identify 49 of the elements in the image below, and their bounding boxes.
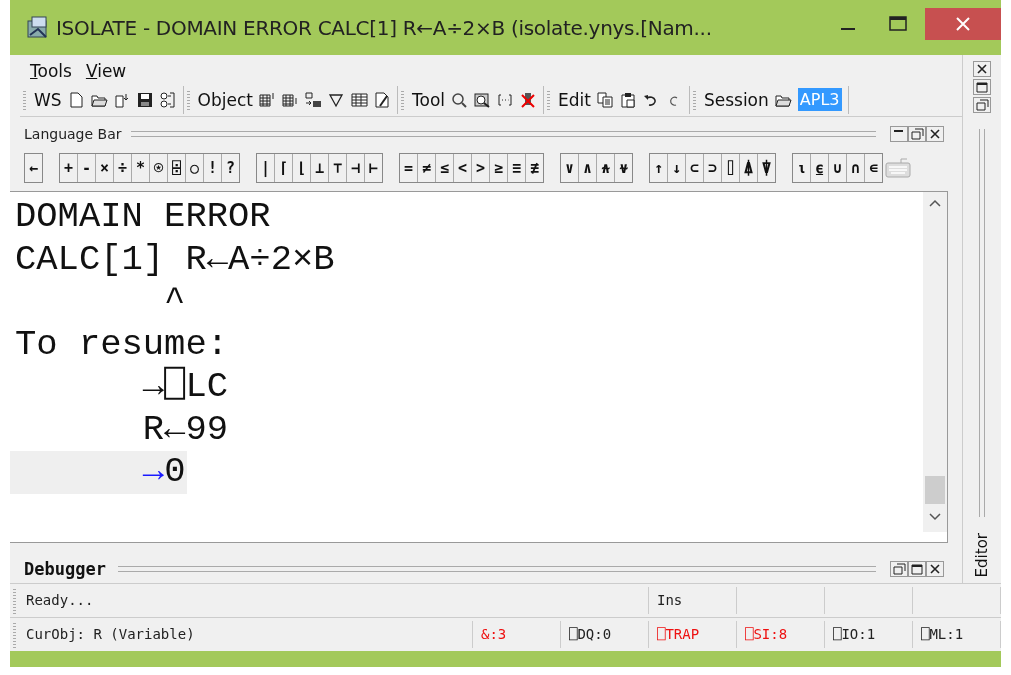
- close-icon[interactable]: [926, 126, 944, 143]
- session-pane[interactable]: DOMAIN ERROR CALC[1] R←A÷2×B ^ To resume: →⎕LC R←99 →0: [10, 191, 948, 544]
- triangle-icon[interactable]: [328, 91, 345, 108]
- session-line: →⎕LC: [141, 366, 229, 409]
- panel-title: Debugger: [24, 559, 106, 580]
- status-text: ⎕SI:8: [737, 621, 825, 648]
- status-text: CurObj: R (Variable): [18, 621, 473, 648]
- status-text: ⎕TRAP: [649, 621, 737, 648]
- status-text: Ins: [649, 587, 737, 614]
- panel-title: Language Bar: [24, 126, 122, 143]
- tree-icon[interactable]: [159, 91, 177, 108]
- session-line: R←99: [141, 408, 229, 452]
- menu-item[interactable]: Tools: [30, 61, 72, 81]
- session-line: CALC[1] R←A÷2×B: [14, 238, 335, 282]
- paste-icon[interactable]: [619, 91, 637, 108]
- scrollbar[interactable]: [923, 192, 947, 533]
- session-line: To resume:: [14, 323, 229, 366]
- copy-icon[interactable]: [596, 91, 614, 108]
- maximize-icon[interactable]: [908, 561, 926, 578]
- session-line: DOMAIN ERROR: [14, 196, 271, 239]
- crossed-out-icon[interactable]: [520, 91, 537, 108]
- copy-page-icon[interactable]: [113, 91, 131, 108]
- status-text: ⎕DQ:0: [561, 621, 649, 648]
- table-icon[interactable]: [351, 91, 368, 108]
- status-text: Ready...: [18, 587, 649, 614]
- close-icon[interactable]: [973, 61, 991, 77]
- status-text: ⎕IO:1: [825, 621, 913, 648]
- symbol-key[interactable]: ⍟: [150, 154, 168, 183]
- status-text: ⎕ML:1: [913, 621, 1001, 648]
- save-icon[interactable]: [136, 91, 154, 108]
- toolbar-label[interactable]: WS: [34, 89, 62, 110]
- new-page-icon[interactable]: [67, 91, 85, 108]
- toolbar-label[interactable]: Tool: [412, 89, 445, 110]
- maximize-icon[interactable]: [973, 79, 991, 95]
- grid-down-icon[interactable]: [282, 91, 299, 108]
- grid-up-icon[interactable]: [259, 91, 276, 108]
- search-icon[interactable]: [451, 91, 468, 108]
- toolbar-label[interactable]: Session: [703, 89, 769, 110]
- session-line: ^: [163, 281, 186, 324]
- toolbar-label[interactable]: Edit: [558, 89, 591, 110]
- toolbar-label[interactable]: Object: [197, 89, 253, 110]
- menu-item[interactable]: View: [85, 61, 127, 81]
- close-icon[interactable]: [926, 561, 944, 578]
- editor-tab[interactable]: Editor: [973, 526, 991, 583]
- minimize-icon[interactable]: [890, 126, 908, 143]
- brackets-icon[interactable]: [497, 91, 514, 108]
- window-title: ISOLATE - DOMAIN ERROR CALC[1] R←A÷2×B (isolate.ynys.[Nam...: [56, 15, 713, 40]
- zoom-image-icon[interactable]: [474, 91, 491, 108]
- status-text: &:3: [473, 621, 561, 648]
